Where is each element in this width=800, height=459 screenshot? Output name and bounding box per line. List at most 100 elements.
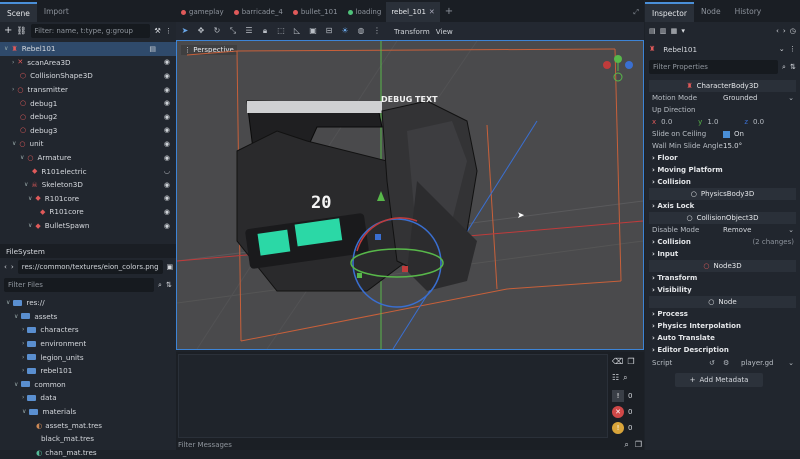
tree-item[interactable]: ◆ R101electric ◡ (0, 164, 176, 178)
3d-viewport[interactable]: ⋮ Perspective DEBUG TEXT 20 ➤ (176, 40, 644, 350)
move-icon[interactable]: ✥ (196, 26, 206, 36)
rotate-icon[interactable]: ↻ (212, 26, 222, 36)
file-item[interactable]: black_mat.tres (0, 432, 176, 446)
filter-properties-input[interactable]: Filter Properties (649, 60, 778, 74)
section-input[interactable]: › Input (645, 248, 800, 260)
sun-icon[interactable]: ☀ (340, 26, 350, 36)
script-icon[interactable]: ▤ (149, 45, 156, 53)
wall-slide-field[interactable]: 15.0° (723, 142, 742, 150)
forward-icon[interactable]: › (11, 263, 14, 270)
visibility-icon[interactable]: ◉ (164, 222, 170, 230)
tree-item[interactable]: ∨ ◆ BulletSpawn ◉ (0, 219, 176, 233)
add-node-icon[interactable]: + (4, 26, 12, 36)
collapse-icon[interactable]: ∨ (14, 313, 18, 320)
file-item[interactable]: › data (0, 391, 176, 405)
back-icon[interactable]: ‹ (776, 27, 779, 34)
file-item[interactable]: › characters (0, 323, 176, 337)
gear-icon[interactable]: ⚙ (723, 359, 729, 367)
forward-icon[interactable]: › (783, 27, 786, 34)
file-item[interactable]: ∨ materials (0, 405, 176, 419)
expand-icon[interactable]: › (22, 367, 24, 374)
section-physics-interpolation[interactable]: › Physics Interpolation (645, 320, 800, 332)
local-space-icon[interactable]: ▣ (308, 26, 318, 36)
filter-icon[interactable]: ⚒ (154, 27, 160, 34)
tree-item[interactable]: ∨ ♜ Rebel101 ▤ (0, 42, 176, 56)
tab-inspector[interactable]: Inspector (645, 2, 694, 22)
error-icon[interactable]: ✕ (612, 406, 624, 418)
snap-icon[interactable]: ⊟ (324, 26, 334, 36)
file-item[interactable]: › legion_units (0, 350, 176, 364)
ruler-icon[interactable]: ◺ (292, 26, 302, 36)
scene-tab-loading[interactable]: loading (343, 2, 387, 22)
visibility-icon[interactable]: ◉ (164, 154, 170, 162)
menu-icon[interactable]: ⋮ (165, 27, 172, 34)
environment-icon[interactable]: ◍ (356, 26, 366, 36)
filesystem-title[interactable]: FileSystem (6, 247, 45, 256)
file-item[interactable]: ∨ common (0, 378, 176, 392)
file-item[interactable]: ◐ assets_mat.tres (0, 418, 176, 432)
section-floor[interactable]: › Floor (645, 152, 800, 164)
collapse-icon[interactable]: ∨ (20, 154, 24, 161)
section-collision-object[interactable]: › Collision (2 changes) (645, 236, 800, 248)
tree-item[interactable]: ⬡ CollisionShape3D ◉ (0, 69, 176, 83)
search-icon[interactable]: ⌕ (623, 374, 627, 382)
sort-icon[interactable]: ⇅ (166, 281, 172, 288)
visibility-icon[interactable]: ◉ (164, 181, 170, 189)
collapse-icon[interactable]: ∨ (12, 140, 16, 147)
section-axis-lock[interactable]: › Axis Lock (645, 200, 800, 212)
expand-icon[interactable]: › (22, 340, 24, 347)
tab-history[interactable]: History (728, 2, 769, 22)
filter-files-input[interactable]: Filter Files (4, 278, 154, 292)
scale-icon[interactable]: ⤡ (228, 26, 238, 36)
section-auto-translate[interactable]: › Auto Translate (645, 332, 800, 344)
section-process[interactable]: › Process (645, 308, 800, 320)
load-icon[interactable]: ▥ (660, 27, 667, 34)
tree-item[interactable]: ∨ ○ unit ◉ (0, 137, 176, 151)
visibility-icon[interactable]: ◉ (164, 99, 170, 107)
more-icon[interactable]: ⋮ (372, 26, 382, 36)
options-icon[interactable]: ▾ (681, 27, 685, 34)
tab-node[interactable]: Node (694, 2, 728, 22)
visibility-icon[interactable]: ◉ (164, 126, 170, 134)
tree-item[interactable]: ○ debug3 ◉ (0, 124, 176, 138)
expand-icon[interactable]: › (12, 59, 14, 66)
collapse-icon[interactable]: ∨ (28, 222, 32, 229)
tree-item[interactable]: ∨ ○ Armature ◉ (0, 151, 176, 165)
history-icon[interactable]: ◷ (790, 27, 796, 34)
add-metadata-button[interactable]: + Add Metadata (675, 373, 763, 387)
search-icon[interactable]: ⌕ (624, 441, 628, 449)
revert-icon[interactable]: ↺ (709, 359, 715, 367)
tree-item[interactable]: ∨ ◆ R101core ◉ (0, 192, 176, 206)
copy-icon[interactable]: ❐ (635, 441, 642, 449)
section-visibility[interactable]: › Visibility (645, 284, 800, 296)
tree-item[interactable]: › ✕ scanArea3D ◉ (0, 56, 176, 70)
disable-mode-select[interactable]: Remove (723, 226, 751, 234)
collapse-icon[interactable]: ∨ (22, 408, 26, 415)
select-icon[interactable]: ➤ (180, 26, 190, 36)
layout-icon[interactable]: ▣ (167, 263, 174, 270)
message-count-icon[interactable]: ! (612, 390, 624, 402)
tree-item[interactable]: ○ debug2 ◉ (0, 110, 176, 124)
file-item[interactable]: › environment (0, 337, 176, 351)
collapse-icon[interactable]: ∨ (4, 45, 8, 52)
filter-messages-input[interactable]: Filter Messages (178, 441, 624, 449)
up-x-field[interactable]: 0.0 (658, 118, 696, 126)
copy-icon[interactable]: ❐ (627, 358, 634, 366)
visibility-icon[interactable]: ◉ (164, 86, 170, 94)
group-icon[interactable]: ⬚ (276, 26, 286, 36)
object-selector[interactable]: ♜ Rebel101 ⌄ ⋮ (645, 40, 800, 58)
extra-icon[interactable]: ⋮ (789, 45, 796, 52)
section-collision[interactable]: › Collision (645, 176, 800, 188)
path-input[interactable]: res://common/textures/eion_colors.png (17, 260, 163, 274)
expand-icon[interactable]: › (12, 86, 14, 93)
visibility-icon[interactable]: ◉ (164, 208, 170, 216)
section-transform[interactable]: › Transform (645, 272, 800, 284)
collapse-icon[interactable]: ∨ (24, 181, 28, 188)
up-y-field[interactable]: 1.0 (704, 118, 742, 126)
filter-lines-icon[interactable]: ☷ (612, 374, 619, 382)
slide-ceiling-checkbox[interactable]: On (723, 130, 744, 138)
sort-icon[interactable]: ⇅ (790, 63, 796, 70)
add-tab-button[interactable]: + (440, 2, 458, 22)
search-icon[interactable]: ⌕ (782, 63, 786, 70)
hidden-icon[interactable]: ◡ (164, 167, 170, 175)
